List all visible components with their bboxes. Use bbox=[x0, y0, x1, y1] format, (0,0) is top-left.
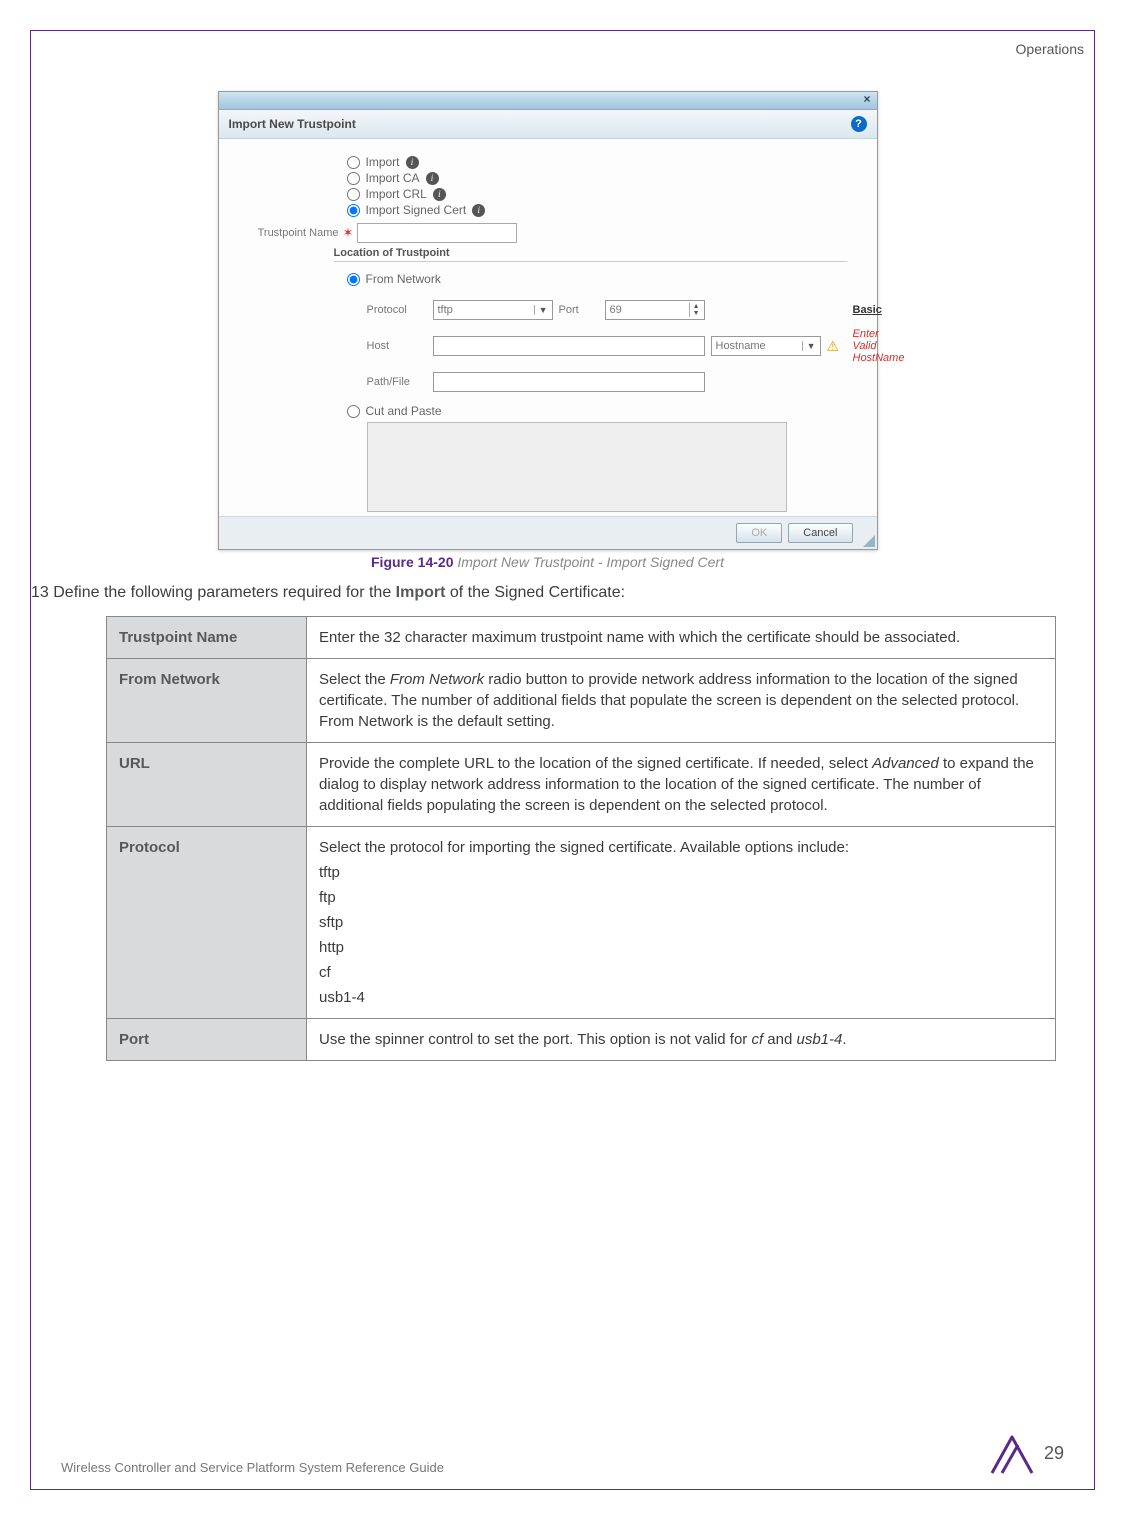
warning-icon: ⚠ bbox=[827, 338, 847, 355]
info-icon[interactable]: i bbox=[406, 156, 419, 169]
import-signed-radio[interactable] bbox=[347, 204, 360, 217]
param-desc-cell: Select the protocol for importing the si… bbox=[307, 827, 1056, 1019]
figure-title: Import New Trustpoint - Import Signed Ce… bbox=[457, 554, 724, 570]
protocol-option: cf bbox=[319, 962, 1043, 983]
trustpoint-name-input[interactable] bbox=[357, 223, 517, 243]
param-name-cell: URL bbox=[107, 743, 307, 827]
table-row: ProtocolSelect the protocol for importin… bbox=[107, 827, 1056, 1019]
import-radio-label: Import bbox=[366, 155, 400, 169]
protocol-option: http bbox=[319, 937, 1043, 958]
table-row: PortUse the spinner control to set the p… bbox=[107, 1019, 1056, 1061]
chevron-down-icon: ▼ bbox=[802, 341, 816, 351]
path-label: Path/File bbox=[367, 376, 427, 388]
info-icon[interactable]: i bbox=[472, 204, 485, 217]
dialog-title: Import New Trustpoint bbox=[229, 117, 356, 131]
param-name-cell: From Network bbox=[107, 659, 307, 743]
protocol-option: sftp bbox=[319, 912, 1043, 933]
from-network-label: From Network bbox=[366, 272, 441, 286]
path-input[interactable] bbox=[433, 372, 705, 392]
info-icon[interactable]: i bbox=[426, 172, 439, 185]
figure-caption: Figure 14-20 Import New Trustpoint - Imp… bbox=[31, 554, 1064, 570]
port-spinner[interactable]: 69 ▲▼ bbox=[605, 300, 705, 320]
resize-grip-icon[interactable] bbox=[863, 535, 875, 547]
protocol-select[interactable]: tftp ▼ bbox=[433, 300, 553, 320]
spinner-up-icon[interactable]: ▲ bbox=[693, 303, 700, 310]
cut-paste-radio[interactable] bbox=[347, 405, 360, 418]
import-signed-radio-label: Import Signed Cert bbox=[366, 203, 467, 217]
trustpoint-name-label: Trustpoint Name bbox=[239, 227, 339, 239]
host-label: Host bbox=[367, 340, 427, 352]
figure-number: Figure 14-20 bbox=[371, 554, 453, 570]
divider bbox=[334, 261, 847, 262]
from-network-radio[interactable] bbox=[347, 273, 360, 286]
protocol-option: usb1-4 bbox=[319, 987, 1043, 1008]
help-icon[interactable]: ? bbox=[851, 116, 867, 132]
dialog-title-bar: Import New Trustpoint ? bbox=[219, 110, 877, 139]
spinner-down-icon[interactable]: ▼ bbox=[693, 310, 700, 317]
port-label: Port bbox=[559, 304, 599, 316]
param-desc-cell: Use the spinner control to set the port.… bbox=[307, 1019, 1056, 1061]
import-crl-radio[interactable] bbox=[347, 188, 360, 201]
cut-paste-textarea[interactable] bbox=[367, 422, 787, 512]
import-ca-radio-label: Import CA bbox=[366, 171, 420, 185]
import-crl-radio-label: Import CRL bbox=[366, 187, 427, 201]
table-row: URLProvide the complete URL to the locat… bbox=[107, 743, 1056, 827]
footer-guide-text: Wireless Controller and Service Platform… bbox=[61, 1460, 444, 1475]
host-error-text: Enter Valid HostName bbox=[853, 328, 905, 364]
info-icon[interactable]: i bbox=[433, 188, 446, 201]
step-number: 13 bbox=[31, 584, 49, 601]
param-desc-cell: Provide the complete URL to the location… bbox=[307, 743, 1056, 827]
param-desc-cell: Enter the 32 character maximum trustpoin… bbox=[307, 617, 1056, 659]
port-value: 69 bbox=[610, 304, 622, 316]
import-radio[interactable] bbox=[347, 156, 360, 169]
param-name-cell: Protocol bbox=[107, 827, 307, 1019]
param-name-cell: Trustpoint Name bbox=[107, 617, 307, 659]
host-type-select[interactable]: Hostname ▼ bbox=[711, 336, 821, 356]
host-type-value: Hostname bbox=[716, 340, 766, 352]
ok-button[interactable]: OK bbox=[736, 523, 782, 543]
brand-logo-icon bbox=[990, 1431, 1034, 1475]
param-name-cell: Port bbox=[107, 1019, 307, 1061]
section-header: Operations bbox=[1016, 41, 1084, 57]
step-13-text: 13 Define the following parameters requi… bbox=[31, 584, 1064, 602]
protocol-label: Protocol bbox=[367, 304, 427, 316]
chevron-down-icon: ▼ bbox=[534, 305, 548, 315]
table-row: From NetworkSelect the From Network radi… bbox=[107, 659, 1056, 743]
param-desc-cell: Select the From Network radio button to … bbox=[307, 659, 1056, 743]
dialog-window: × Import New Trustpoint ? Import i Impor… bbox=[218, 91, 878, 550]
host-input[interactable] bbox=[433, 336, 705, 356]
window-chrome-bar: × bbox=[219, 92, 877, 110]
basic-link[interactable]: Basic bbox=[853, 304, 905, 316]
cancel-button[interactable]: Cancel bbox=[788, 523, 852, 543]
page-number: 29 bbox=[1044, 1443, 1064, 1464]
protocol-option: ftp bbox=[319, 887, 1043, 908]
close-icon[interactable]: × bbox=[863, 92, 870, 106]
location-fieldset-title: Location of Trustpoint bbox=[334, 247, 857, 259]
table-row: Trustpoint NameEnter the 32 character ma… bbox=[107, 617, 1056, 659]
protocol-value: tftp bbox=[438, 304, 453, 316]
cut-paste-label: Cut and Paste bbox=[366, 404, 442, 418]
required-icon: ✶ bbox=[343, 225, 354, 241]
protocol-option: tftp bbox=[319, 862, 1043, 883]
import-ca-radio[interactable] bbox=[347, 172, 360, 185]
parameter-table: Trustpoint NameEnter the 32 character ma… bbox=[106, 616, 1056, 1061]
